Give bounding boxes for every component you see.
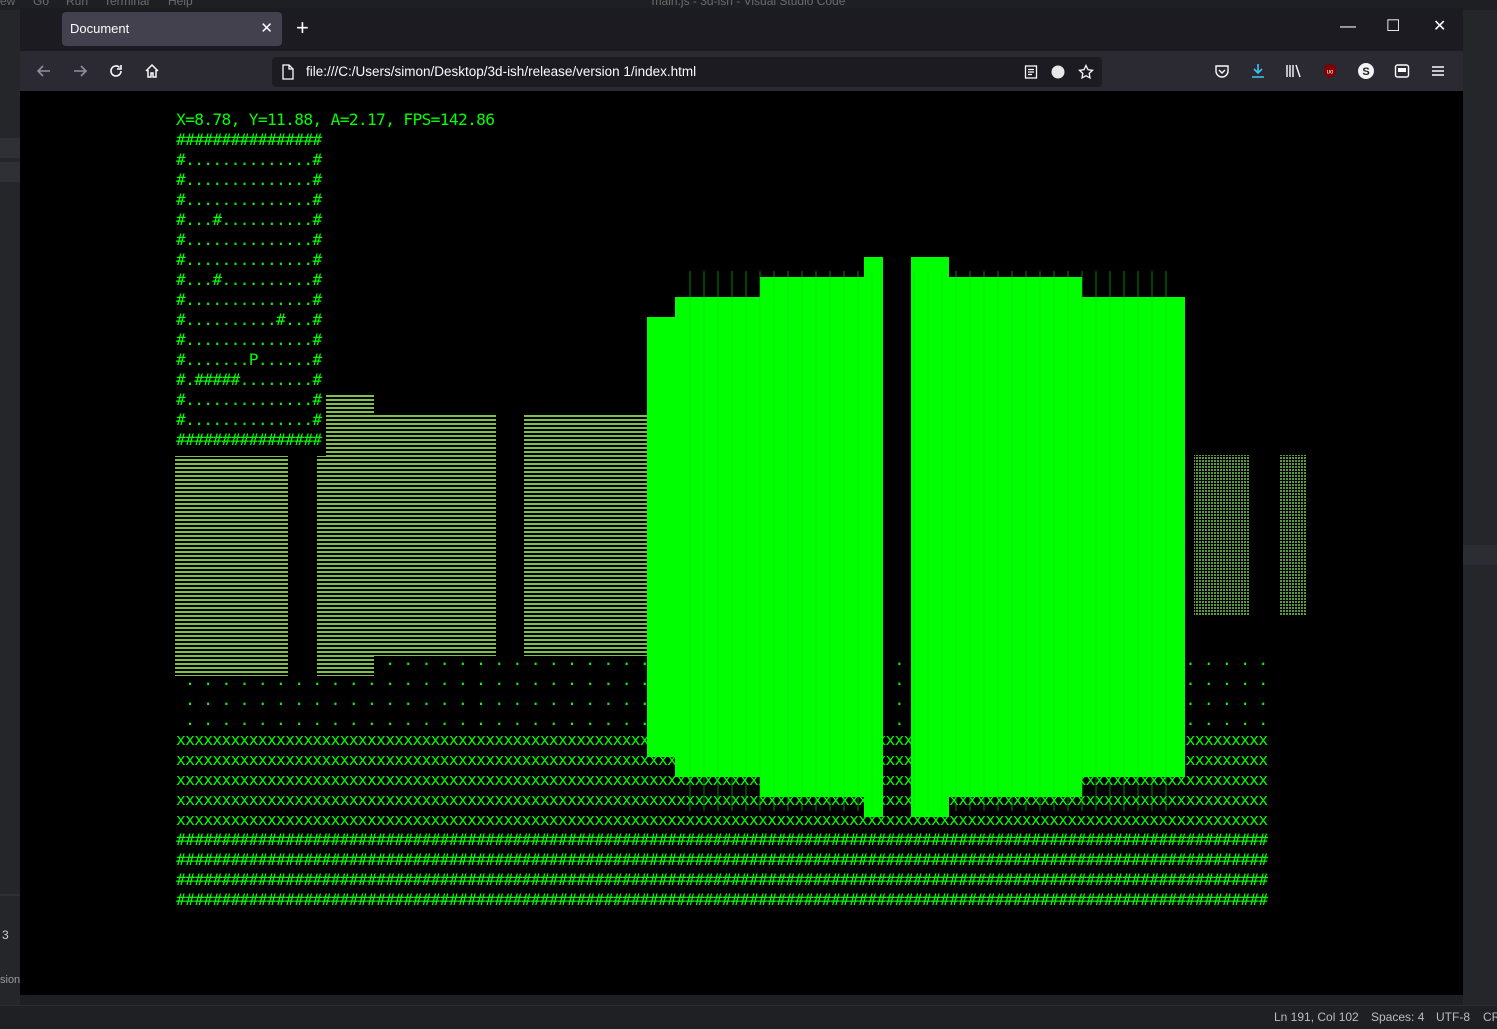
vscode-left-divider bbox=[0, 894, 20, 896]
status-indentation[interactable]: Spaces: 4 bbox=[1371, 1010, 1424, 1024]
url-text: file:///C:/Users/simon/Desktop/3d-ish/re… bbox=[306, 64, 697, 79]
vscode-right-panel bbox=[1463, 10, 1497, 1005]
back-button[interactable] bbox=[30, 51, 58, 91]
tab-title: Document bbox=[70, 21, 130, 36]
downloads-button[interactable] bbox=[1244, 51, 1272, 91]
download-icon bbox=[1252, 64, 1264, 78]
navigation-toolbar: file:///C:/Users/simon/Desktop/3d-ish/re… bbox=[20, 51, 1463, 91]
address-bar[interactable]: file:///C:/Users/simon/Desktop/3d-ish/re… bbox=[272, 57, 1102, 87]
near-wall-column bbox=[911, 257, 949, 817]
library-button[interactable] bbox=[1280, 51, 1308, 91]
far-wall-column bbox=[326, 395, 374, 456]
far-wall-column bbox=[1279, 455, 1307, 615]
library-icon bbox=[1286, 64, 1301, 78]
close-window-icon[interactable]: ✕ bbox=[1433, 18, 1446, 36]
tab-strip: Document ✕ + — ☐ ✕ bbox=[20, 8, 1463, 51]
home-button[interactable] bbox=[138, 51, 166, 91]
vscode-left-panel: 3 sion bbox=[0, 10, 20, 1005]
svg-text:S: S bbox=[1362, 66, 1369, 78]
near-wall-column bbox=[864, 257, 883, 817]
pocket-icon bbox=[1215, 65, 1229, 78]
home-icon bbox=[145, 63, 159, 78]
extension-s-icon: S bbox=[1358, 63, 1374, 79]
hamburger-menu-icon bbox=[1432, 66, 1444, 76]
extension-s-button[interactable]: S bbox=[1352, 51, 1380, 91]
far-wall-column bbox=[1194, 455, 1250, 615]
tab-document[interactable]: Document ✕ bbox=[62, 12, 282, 46]
vscode-window-title: main.js - 3d-ish - Visual Studio Code bbox=[651, 0, 846, 8]
container-icon bbox=[1394, 64, 1410, 78]
minimize-icon[interactable]: — bbox=[1340, 18, 1356, 36]
vscode-sidebar-fragment: sion bbox=[0, 974, 21, 986]
browser-window: Document ✕ + — ☐ ✕ file:///C:/Users/simo… bbox=[20, 8, 1463, 995]
bookmark-star-icon[interactable] bbox=[1078, 64, 1094, 80]
status-eol[interactable]: CR bbox=[1483, 1010, 1497, 1024]
page-icon bbox=[282, 64, 294, 80]
far-wall-column bbox=[175, 456, 288, 676]
maximize-icon[interactable]: ☐ bbox=[1386, 18, 1400, 36]
forward-button[interactable] bbox=[66, 51, 94, 91]
forward-arrow-icon bbox=[74, 65, 88, 77]
vscode-gutter-number: 3 bbox=[2, 928, 9, 942]
near-wall-column bbox=[948, 277, 1082, 797]
back-arrow-icon bbox=[36, 65, 50, 77]
reload-button[interactable] bbox=[102, 51, 130, 91]
far-wall-column bbox=[374, 415, 496, 656]
page-viewport: X=8.78, Y=11.88, A=2.17, FPS=142.86 ####… bbox=[20, 91, 1463, 995]
status-cursor-position[interactable]: Ln 191, Col 102 bbox=[1274, 1010, 1359, 1024]
vscode-right-highlight bbox=[1463, 545, 1497, 565]
ublock-button[interactable]: uo bbox=[1316, 51, 1344, 91]
svg-text:uo: uo bbox=[1327, 70, 1334, 76]
close-tab-icon[interactable]: ✕ bbox=[260, 19, 273, 37]
near-wall-column bbox=[1081, 297, 1185, 777]
near-wall-column bbox=[760, 277, 864, 797]
raycast-walls bbox=[175, 257, 1307, 817]
reload-icon bbox=[110, 65, 122, 77]
reader-view-icon[interactable] bbox=[1024, 65, 1038, 79]
extension-circle-icon[interactable] bbox=[1051, 65, 1065, 79]
far-wall-column bbox=[317, 456, 374, 676]
far-wall-column bbox=[524, 415, 648, 656]
vscode-status-bar: Ln 191, Col 102 Spaces: 4 UTF-8 CR bbox=[0, 1005, 1497, 1029]
sidebar-extension-button[interactable] bbox=[1388, 51, 1416, 91]
status-encoding[interactable]: UTF-8 bbox=[1436, 1010, 1470, 1024]
pocket-button[interactable] bbox=[1208, 51, 1236, 91]
near-wall-column bbox=[647, 317, 676, 757]
vscode-left-highlight bbox=[0, 138, 20, 158]
app-menu-button[interactable] bbox=[1424, 51, 1452, 91]
vscode-left-highlight bbox=[0, 162, 20, 182]
new-tab-icon[interactable]: + bbox=[296, 17, 309, 39]
ublock-origin-icon: uo bbox=[1324, 64, 1336, 78]
